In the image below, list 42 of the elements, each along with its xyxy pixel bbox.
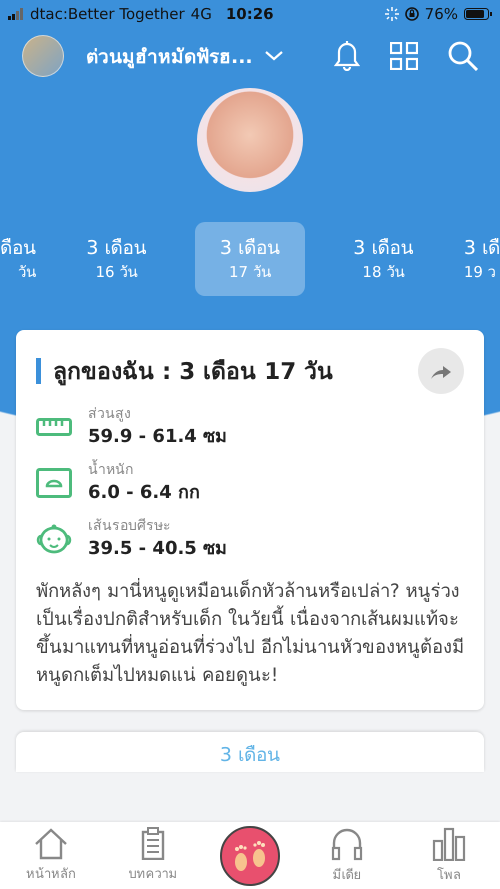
age-tab[interactable]: 3 เดือน 16 วัน <box>61 222 172 296</box>
rotation-lock-icon <box>404 7 419 21</box>
share-icon <box>431 363 451 379</box>
metric-value: 59.9 - 61.4 ซม <box>88 425 228 449</box>
age-tab[interactable]: 3 เดือน 17 วัน <box>194 222 305 296</box>
clock-time: 10:26 <box>226 5 274 23</box>
loading-icon <box>384 7 399 21</box>
clipboard-icon <box>139 827 167 860</box>
notification-bell-icon[interactable] <box>334 41 360 71</box>
home-icon <box>34 827 68 860</box>
nav-tab[interactable]: โพล <box>414 826 484 884</box>
nav-tab[interactable]: มีเดีย <box>312 826 382 884</box>
nav-tab[interactable]: บทความ <box>118 827 188 884</box>
chevron-down-icon[interactable] <box>264 51 283 61</box>
tip-paragraph: พักหลังๆ มานี่หนูดูเหมือนเด็กหัวล้านหรือเปล่า? หนูร่วงเป็นเรื่องปกติสำหรับเด็ก ในวัยนี้ เนื่องจากเส้นผมแท้จะขึ้นมาแทนที่หนูอ่อนที่ร่วงไป อีกไม่นานหัวของหนูต้องมีหนูดกเต็มไปหมดแน่ คอยดูนะ! <box>36 578 464 690</box>
age-tab[interactable]: ดือน วัน <box>0 222 38 296</box>
age-tab[interactable]: 3 เดื 19 ว <box>462 222 500 296</box>
card-title: 3 เดือน <box>220 743 280 768</box>
battery-icon <box>464 8 492 20</box>
baby-face-icon <box>36 524 72 554</box>
scale-icon <box>36 468 72 498</box>
carrier-name: dtac:Better Together <box>30 5 185 23</box>
metric-label: เส้นรอบศีรษะ <box>88 517 172 536</box>
metric-label: ส่วนสูง <box>88 405 132 424</box>
child-name-selector[interactable]: ต่วนมูฮำหมัดฟัรฮ... <box>86 41 253 71</box>
headphones-icon <box>330 826 364 860</box>
network-type: 4G <box>190 5 212 23</box>
title-accent-bar <box>36 358 41 384</box>
profile-avatar[interactable] <box>22 35 64 77</box>
ruler-icon <box>36 418 72 436</box>
battery-percent: 76% <box>424 5 458 23</box>
card-title: ลูกของฉัน : 3 เดือน 17 วัน <box>53 358 334 388</box>
signal-icon <box>8 8 24 20</box>
age-tab[interactable]: 3 เดือน 18 วัน <box>328 222 438 296</box>
metric-value: 6.0 - 6.4 กก <box>88 481 200 505</box>
grid-menu-icon[interactable] <box>390 42 418 70</box>
metric-value: 39.5 - 40.5 ซม <box>88 537 228 561</box>
share-button[interactable] <box>418 348 464 394</box>
bar-chart-icon <box>432 826 466 860</box>
search-icon[interactable] <box>448 41 478 71</box>
metric-label: น้ำหนัก <box>88 460 200 480</box>
nav-tab[interactable]: หน้าหลัก <box>16 827 86 884</box>
